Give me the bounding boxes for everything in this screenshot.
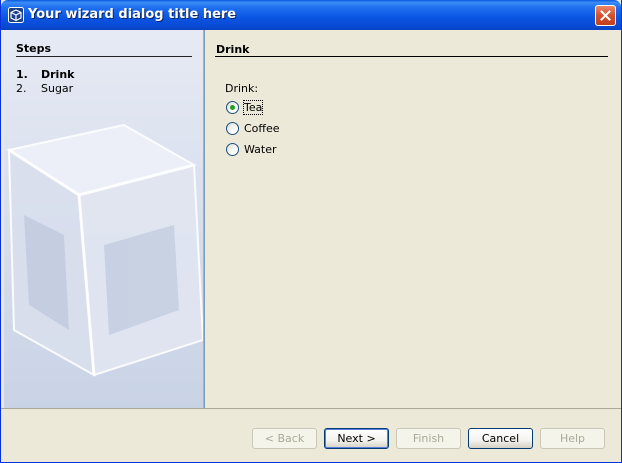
radio-coffee[interactable]: Coffee [226,122,280,135]
next-button[interactable]: Next > [324,428,389,449]
button-bar: < Back Next > Finish Cancel Help [1,408,621,462]
window-title: Your wizard dialog title here [28,7,237,22]
steps-divider [16,56,192,57]
cube-icon [8,7,24,23]
finish-button[interactable]: Finish [396,428,461,449]
step-label: Drink [41,68,75,81]
radio-button[interactable] [226,143,239,156]
step-drink: 1. Drink [16,68,74,81]
wizard-window: Your wizard dialog title here Steps 1. D… [0,0,622,463]
step-content-panel: Drink Drink: Tea Coffee Water [204,30,621,408]
radio-water[interactable]: Water [226,143,277,156]
radio-label[interactable]: Water [244,143,277,156]
step-label: Sugar [41,82,74,95]
panel-heading: Drink [216,43,250,56]
back-button[interactable]: < Back [252,428,317,449]
drink-field-label: Drink: [225,82,259,95]
radio-button-selected[interactable] [226,101,239,114]
step-number: 2. [16,82,27,95]
radio-label[interactable]: Coffee [244,122,280,135]
steps-panel: Steps 1. Drink 2. Sugar [4,30,204,408]
steps-heading: Steps [16,42,52,55]
radio-tea[interactable]: Tea [226,100,264,115]
step-number: 1. [16,68,28,81]
radio-button[interactable] [226,122,239,135]
help-button[interactable]: Help [540,428,605,449]
step-sugar: 2. Sugar [16,82,73,95]
cancel-button[interactable]: Cancel [468,428,533,449]
radio-label[interactable]: Tea [242,100,264,115]
title-bar[interactable]: Your wizard dialog title here [1,0,621,30]
close-button[interactable] [595,5,616,26]
panel-divider [215,56,608,57]
